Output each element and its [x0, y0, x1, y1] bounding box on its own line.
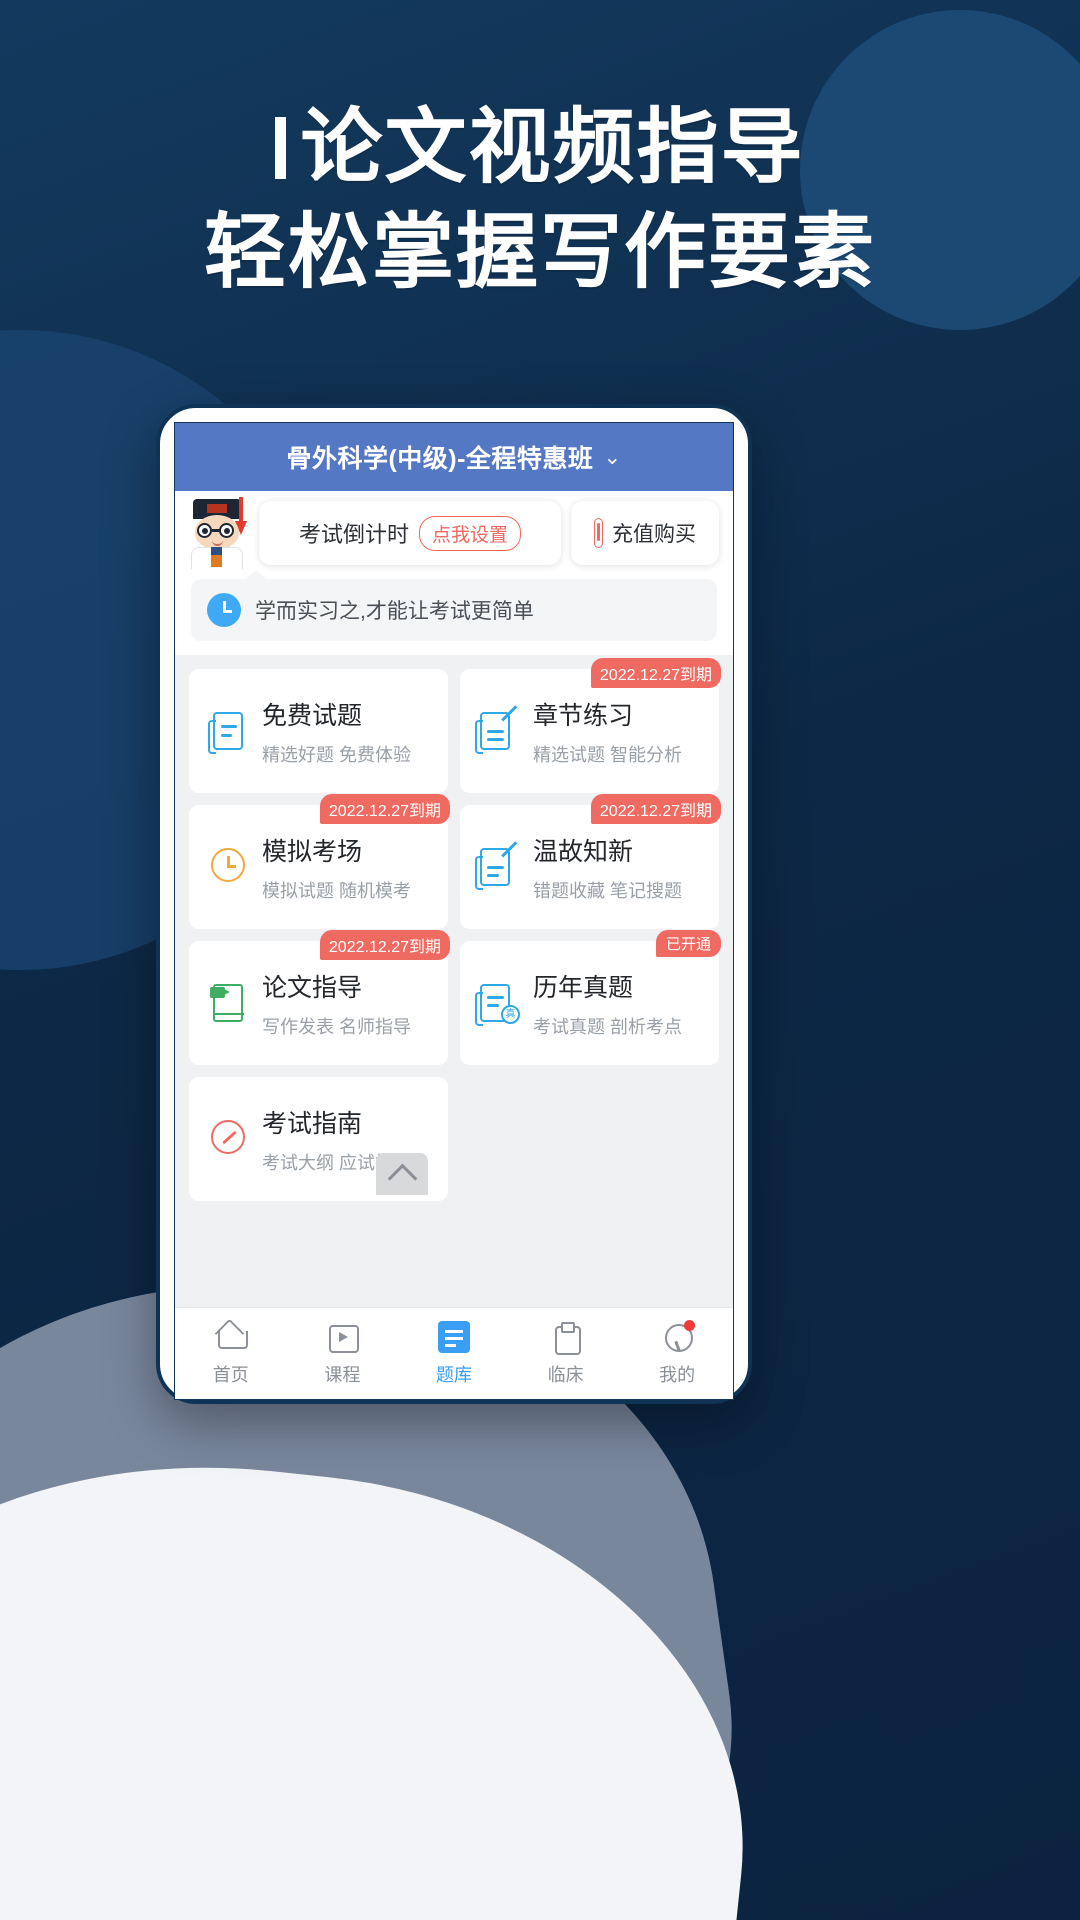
tab-label: 我的: [659, 1364, 696, 1385]
card-title: 温故知新: [533, 837, 634, 866]
feature-card-grid: 免费试题 精选好题 免费体验 2022.12.27到期 章节练习 精选试题 智能…: [175, 655, 733, 1307]
past-exams-icon: 真: [475, 980, 520, 1026]
chapter-practice-icon: [475, 708, 520, 754]
tab-course[interactable]: 课程: [287, 1308, 399, 1399]
exam-guide-compass-icon: [205, 1116, 249, 1162]
card-title: 论文指导: [262, 973, 363, 1002]
tab-label: 临床: [547, 1364, 584, 1385]
card-mock-exam[interactable]: 2022.12.27到期 模拟考场 模拟试题 随机模考: [189, 794, 450, 929]
card-paper-guidance[interactable]: 2022.12.27到期 论文指导 写作发表 名师指导: [189, 930, 450, 1065]
mascot-glasses-bridge: [212, 529, 221, 532]
notification-dot: [684, 1319, 696, 1331]
profile-icon: [661, 1319, 696, 1353]
paper-guidance-video-icon: [205, 980, 249, 1026]
app-header-title: 骨外科学(中级)-全程特惠班: [286, 445, 594, 473]
recharge-purchase-button[interactable]: 充值购买: [571, 501, 719, 565]
exam-countdown-button[interactable]: 考试倒计时 点我设置: [259, 501, 561, 565]
free-questions-icon: [205, 708, 249, 754]
card-title: 免费试题: [262, 701, 363, 730]
countdown-label: 考试倒计时: [298, 522, 409, 547]
card-subtitle: 写作发表 名师指导: [262, 1016, 412, 1037]
expiry-badge: 2022.12.27到期: [590, 658, 721, 688]
mascot-tie: [211, 547, 222, 567]
expiry-badge: 2022.12.27到期: [319, 794, 450, 824]
clinical-icon: [550, 1321, 582, 1355]
graduate-mascot-avatar: [185, 497, 249, 569]
countdown-row: 考试倒计时 点我设置 充值购买: [175, 491, 733, 579]
tab-clinical[interactable]: 临床: [510, 1308, 622, 1399]
clock-icon: [207, 593, 241, 627]
recharge-icon: [594, 518, 603, 548]
card-title: 考试指南: [262, 1109, 363, 1138]
card-subtitle: 精选试题 智能分析: [533, 744, 683, 765]
tab-label: 题库: [435, 1364, 472, 1385]
review-notes-icon: [475, 844, 520, 890]
phone-mockup: 骨外科学(中级)-全程特惠班 ⌄ 考试倒计时 点我设置 充值购买 学而实习之,才…: [156, 404, 752, 1404]
card-subtitle: 精选好题 免费体验: [262, 744, 412, 765]
tab-label: 课程: [324, 1364, 361, 1385]
card-subtitle: 考试真题 剖析考点: [533, 1016, 683, 1037]
tab-profile[interactable]: 我的: [621, 1308, 733, 1399]
card-review-notes[interactable]: 2022.12.27到期 温故知新 错题收藏 笔记搜题: [460, 794, 721, 929]
app-header[interactable]: 骨外科学(中级)-全程特惠班 ⌄: [175, 423, 733, 491]
card-title: 章节练习: [533, 701, 634, 730]
card-exam-guide[interactable]: 考试指南 考试大纲 应试技巧: [189, 1077, 448, 1201]
card-free-questions[interactable]: 免费试题 精选好题 免费体验: [189, 669, 448, 793]
expiry-badge: 2022.12.27到期: [319, 930, 450, 960]
expiry-badge: 2022.12.27到期: [590, 794, 721, 824]
question-bank-icon: [437, 1320, 470, 1353]
tab-home[interactable]: 首页: [175, 1308, 287, 1399]
headline-accent-bar: [275, 117, 287, 179]
card-title: 历年真题: [533, 973, 634, 1002]
tab-label: 首页: [212, 1364, 249, 1385]
mock-exam-clock-icon: [205, 844, 249, 890]
activated-badge: 已开通: [655, 930, 721, 957]
chevron-down-icon[interactable]: ⌄: [603, 445, 621, 470]
mascot-tassel: [239, 497, 243, 523]
promo-headline: 论文视频指导 轻松掌握写作要素: [0, 96, 1080, 306]
bottom-tab-bar: 首页 课程 题库 临床 我的: [175, 1307, 733, 1399]
scroll-to-top-icon[interactable]: [376, 1153, 428, 1195]
home-icon: [215, 1321, 248, 1353]
headline-line-1: 论文视频指导: [0, 96, 1080, 201]
tip-banner[interactable]: 学而实习之,才能让考试更简单: [191, 570, 717, 641]
recharge-label: 充值购买: [612, 523, 696, 546]
card-title: 模拟考场: [262, 837, 363, 866]
countdown-set-badge[interactable]: 点我设置: [419, 515, 522, 551]
tab-question-bank[interactable]: 题库: [398, 1308, 510, 1399]
card-chapter-practice[interactable]: 2022.12.27到期 章节练习 精选试题 智能分析: [460, 658, 721, 793]
app-screen: 骨外科学(中级)-全程特惠班 ⌄ 考试倒计时 点我设置 充值购买 学而实习之,才…: [174, 422, 734, 1400]
card-subtitle: 模拟试题 随机模考: [262, 880, 412, 901]
card-past-exams[interactable]: 已开通 真 历年真题 考试真题 剖析考点: [460, 930, 721, 1065]
course-icon: [326, 1321, 360, 1353]
headline-line-2: 轻松掌握写作要素: [203, 204, 876, 300]
card-subtitle: 错题收藏 笔记搜题: [533, 880, 683, 901]
tip-banner-wrap: 学而实习之,才能让考试更简单: [175, 570, 733, 655]
tip-text: 学而实习之,才能让考试更简单: [255, 600, 534, 623]
headline-line-1-text: 论文视频指导: [300, 100, 805, 195]
mascot-eye-left: [197, 523, 212, 538]
mascot-eye-right: [219, 523, 234, 538]
